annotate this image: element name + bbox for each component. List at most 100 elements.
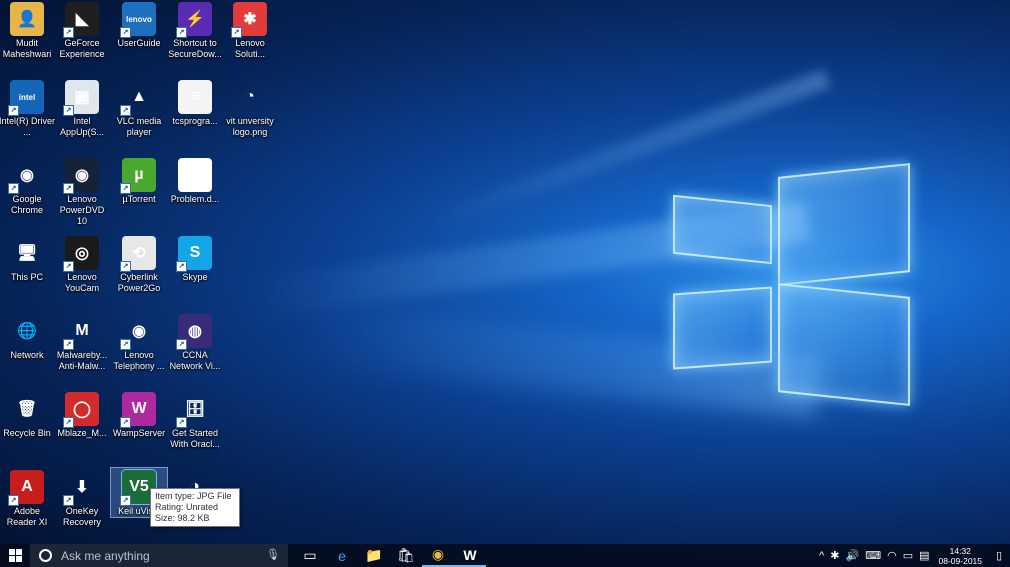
user-folder-icon: 👤 — [10, 2, 44, 36]
desktop-icon[interactable]: ▣ ↗ Intel AppUp(S... — [54, 78, 110, 138]
desktop-icon[interactable]: 🗄 ↗ Get Started With Oracl... — [167, 390, 223, 450]
bluetooth-icon[interactable]: ✱ — [827, 549, 842, 562]
utorrent-icon: µ ↗ — [120, 158, 156, 194]
desktop-icon[interactable]: ⬇ ↗ OneKey Recovery — [54, 468, 110, 528]
onekey-recovery-icon: ⬇ ↗ — [63, 470, 99, 506]
logo-pane-top-left — [673, 194, 772, 265]
desktop-icon[interactable]: 🌐 Network — [0, 312, 55, 361]
desktop-icon[interactable]: ⚡ ↗ Shortcut to SecureDow... — [167, 0, 223, 60]
desktop-icon[interactable]: 🗑 Recycle Bin — [0, 390, 55, 439]
vlc-icon: ▲ ↗ — [120, 80, 156, 116]
desktop-icon[interactable]: ◉ ↗ Lenovo Telephony ... — [111, 312, 167, 372]
tooltip-item-type: Item type: JPG File — [155, 491, 232, 501]
desktop-icon[interactable]: M ↗ Malwareby... Anti-Malw... — [54, 312, 110, 372]
desktop-icon-label: UserGuide — [117, 38, 161, 48]
this-pc-icon: 🖥 — [16, 245, 38, 262]
ccna-icon: ◍ ↗ — [176, 314, 212, 350]
image-file-icon: ◔ — [245, 88, 255, 105]
shortcut-arrow-icon: ↗ — [63, 261, 74, 272]
desktop-icon[interactable]: µ ↗ µTorrent — [111, 156, 167, 205]
chrome-icon[interactable]: ◉ — [422, 544, 454, 567]
shortcut-arrow-icon: ↗ — [176, 261, 187, 272]
cortana-search-box[interactable]: Ask me anything 🎙 — [30, 544, 288, 567]
shortcut-arrow-icon: ↗ — [120, 495, 131, 506]
desktop-icon[interactable]: 🖥 This PC — [0, 234, 55, 283]
desktop-icon[interactable]: ◔ vit unversity logo.png — [222, 78, 278, 138]
cortana-icon — [39, 549, 52, 562]
shortcut-arrow-icon: ↗ — [8, 183, 19, 194]
desktop-icon[interactable]: ◯ ↗ Mblaze_M... — [54, 390, 110, 439]
desktop-icon-label: Shortcut to SecureDow... — [168, 38, 222, 59]
skype-icon: S ↗ — [176, 236, 212, 272]
desktop-icon-label: Adobe Reader XI — [6, 506, 48, 527]
desktop-icon[interactable]: S ↗ Skype — [167, 234, 223, 283]
desktop-icon[interactable]: ⟲ ↗ Cyberlink Power2Go — [111, 234, 167, 294]
edge-icon[interactable]: e — [326, 544, 358, 567]
desktop-icon-label: Cyberlink Power2Go — [117, 272, 161, 293]
recycle-bin-icon: 🗑 — [16, 401, 38, 418]
desktop-icon-label: Intel AppUp(S... — [59, 116, 105, 137]
desktop-icon[interactable]: ▲ ↗ VLC media player — [111, 78, 167, 138]
desktop-icon[interactable]: W Problem.d... — [167, 156, 223, 205]
word-doc-icon: W — [178, 158, 212, 192]
desktop-icon-label: Skype — [182, 272, 208, 282]
desktop-icon-label: Lenovo PowerDVD 10 — [59, 194, 105, 226]
desktop-icon-label: Recycle Bin — [3, 428, 51, 438]
desktop-icon[interactable]: ◣ ↗ GeForce Experience — [54, 0, 110, 60]
shortcut-arrow-icon: ↗ — [120, 339, 131, 350]
mblaze-icon: ◯ ↗ — [63, 392, 99, 428]
youcam-icon: ◎ ↗ — [63, 236, 99, 272]
desktop-icon-label: Intel(R) Driver ... — [0, 116, 56, 137]
volume-icon[interactable]: 🔊 — [843, 549, 863, 562]
shortcut-arrow-icon: ↗ — [63, 417, 74, 428]
malwarebytes-icon: M ↗ — [63, 314, 99, 350]
clock-time: 14:32 — [949, 545, 971, 556]
shortcut-arrow-icon: ↗ — [120, 261, 131, 272]
store-icon[interactable]: 🛍 — [390, 544, 422, 567]
desktop-icon-label: Google Chrome — [10, 194, 43, 215]
desktop-icon[interactable]: 👤 Mudit Maheshwari — [0, 0, 55, 60]
clock[interactable]: 14:32 08-09-2015 — [933, 546, 988, 566]
tooltip-size: Size: 98.2 KB — [155, 513, 210, 523]
desktop-icon[interactable]: W ↗ WampServer — [111, 390, 167, 439]
desktop-icon[interactable]: lenovo ↗ UserGuide — [111, 0, 167, 49]
desktop-icon[interactable]: A ↗ Adobe Reader XI — [0, 468, 55, 528]
desktop-icon-label: This PC — [10, 272, 43, 282]
desktop-icon-label: Mudit Maheshwari — [2, 38, 52, 59]
network-icon: 🌐 — [17, 323, 37, 340]
desktop-icon[interactable]: ◉ ↗ Lenovo PowerDVD 10 — [54, 156, 110, 227]
notifications-icon[interactable]: ▯ — [988, 549, 1010, 562]
start-button[interactable] — [0, 544, 30, 567]
file-explorer-icon[interactable]: 📁 — [358, 544, 390, 567]
desktop-icon-label: Problem.d... — [170, 194, 220, 204]
desktop-icon-label: Network — [10, 350, 44, 360]
desktop-icon[interactable]: ◎ ↗ Lenovo YouCam — [54, 234, 110, 294]
system-tray: ^ ✱ 🔊 ⌨ ◠ ▭ ▤ 14:32 08-09-2015 ▯ — [816, 544, 1010, 567]
lenovo-solutions-icon: ✱ ↗ — [231, 2, 267, 38]
wampserver-icon: W ↗ — [120, 392, 156, 428]
show-hidden-icons-chevron-up-icon[interactable]: ^ — [816, 550, 827, 562]
shortcut-arrow-icon: ↗ — [63, 183, 74, 194]
oracle-icon: 🗄 ↗ — [176, 392, 212, 428]
word-icon[interactable]: W — [454, 544, 486, 567]
desktop-icon-label: vit unversity logo.png — [226, 116, 274, 137]
keyboard-icon[interactable]: ⌨ — [862, 549, 884, 562]
desktop-icon[interactable]: intel ↗ Intel(R) Driver ... — [0, 78, 55, 138]
desktop-icon[interactable]: ◍ ↗ CCNA Network Vi... — [167, 312, 223, 372]
lenovo-guide-icon: lenovo ↗ — [120, 2, 156, 38]
desktop-icon-label: Malwareby... Anti-Malw... — [56, 350, 108, 371]
shortcut-arrow-icon: ↗ — [120, 183, 131, 194]
microphone-icon[interactable]: 🎙 — [266, 548, 280, 561]
battery-icon[interactable]: ▭ — [900, 549, 916, 562]
task-view-icon[interactable]: ▭ — [294, 544, 326, 567]
tooltip-rating: Rating: Unrated — [155, 502, 219, 512]
action-center-message-icon[interactable]: ▤ — [916, 549, 932, 562]
wifi-icon[interactable]: ◠ — [884, 549, 900, 562]
desktop-icon[interactable]: ≡ tcsprogra... — [167, 78, 223, 127]
desktop-icon-label: Lenovo Telephony ... — [113, 350, 165, 371]
shortcut-arrow-icon: ↗ — [63, 495, 74, 506]
shortcut-arrow-icon: ↗ — [120, 27, 131, 38]
desktop-icon[interactable]: ✱ ↗ Lenovo Soluti... — [222, 0, 278, 60]
file-info-tooltip: Item type: JPG File Rating: Unrated Size… — [150, 488, 240, 527]
desktop-icon[interactable]: ◉ ↗ Google Chrome — [0, 156, 55, 216]
